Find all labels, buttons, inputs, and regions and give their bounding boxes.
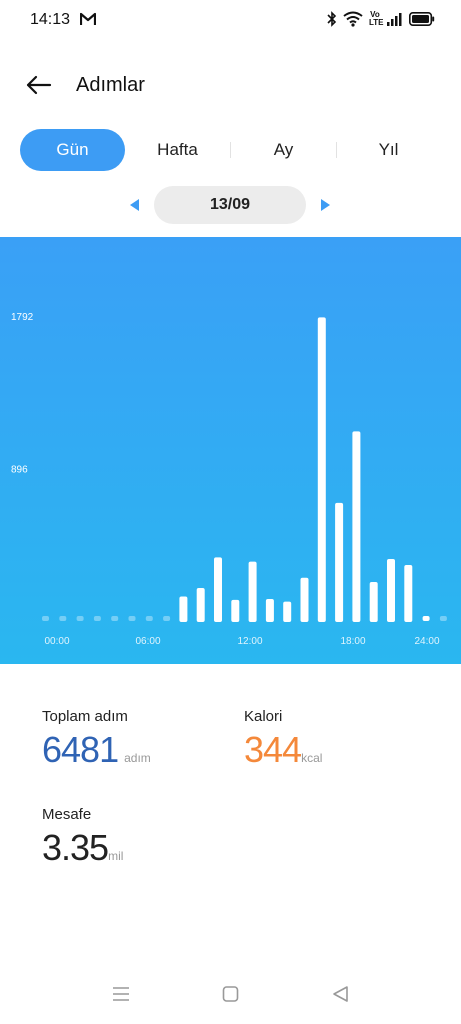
triangle-back-icon [333,986,348,1002]
nav-home-button[interactable] [221,984,241,1009]
chart-bar [300,577,309,622]
page-title: Adımlar [76,74,145,96]
chart-bar [352,431,361,622]
chart-bar [404,564,413,622]
chart-bar [196,587,205,622]
x-tick-label: 00:00 [44,636,69,647]
system-nav-bar [0,970,461,1024]
chart-bar-empty [93,616,101,621]
battery-icon [409,12,435,26]
tab-week[interactable]: Hafta [125,129,230,171]
next-date-button[interactable] [320,198,332,217]
total-steps-stat: Toplam adım 6481 adım [42,708,151,771]
tab-month[interactable]: Ay [231,129,336,171]
chart-bar-empty [59,616,67,621]
distance-label: Mesafe [42,806,92,823]
chart-bar-empty [163,616,171,621]
total-steps-label: Toplam adım [42,708,128,725]
chart-bar-empty [439,616,447,621]
bluetooth-icon [327,11,337,27]
chart-bar [283,601,292,622]
chart-bar-empty [42,616,49,621]
x-tick-label: 12:00 [237,636,262,647]
date-navigator: 13/09 [0,185,461,225]
calories-label: Kalori [244,708,283,725]
wifi-icon [343,11,363,27]
chart-bar [248,561,257,622]
triangle-left-icon [130,199,139,211]
x-tick-label: 06:00 [135,636,160,647]
total-steps-unit: adım [124,751,151,765]
chart-bar [335,502,344,622]
chart-bar-empty [422,616,430,621]
current-date[interactable]: 13/09 [154,186,306,224]
total-steps-value: 6481 [42,729,119,770]
distance-value: 3.35 [42,827,109,868]
chart-bar-empty [76,616,84,621]
signal-icon [387,13,402,26]
status-icons: Vo LTE [327,11,435,27]
arrow-left-icon [26,75,52,95]
distance-unit: mil [108,849,124,863]
chart-bar [369,582,378,622]
calories-unit: kcal [301,751,323,765]
back-button[interactable] [24,72,56,98]
header: Adımlar [0,60,461,110]
y-tick-label: 1792 [11,312,34,323]
gmail-icon [80,12,96,25]
chart-bar-empty [145,616,153,621]
tab-day[interactable]: Gün [20,129,125,171]
triangle-right-icon [321,199,330,211]
status-time: 14:13 [30,11,71,28]
chart-bar [387,559,395,622]
previous-date-button[interactable] [128,198,140,217]
y-tick-label: 896 [11,465,28,476]
tab-year[interactable]: Yıl [336,129,441,171]
period-tabs: Gün Hafta Ay Yıl [20,129,441,171]
menu-icon [113,987,129,1001]
nav-back-button[interactable] [331,984,351,1009]
volte-indicator: Vo LTE [369,10,384,27]
distance-stat: Mesafe 3.35mil [42,806,123,869]
x-tick-label: 24:00 [414,636,439,647]
chart-bar [317,317,326,622]
status-bar: 14:13 Vo LTE [0,0,461,40]
x-tick-label: 18:00 [340,636,365,647]
chart-bar [214,557,222,622]
calories-stat: Kalori 344kcal [244,708,322,771]
square-icon [222,986,239,1002]
nav-menu-button[interactable] [111,984,131,1009]
chart-bar [231,599,240,622]
steps-bar-chart: 1792 896 00:00 06:00 12:00 18:00 24:00 [11,312,447,647]
steps-chart: 1792 896 00:00 06:00 12:00 18:00 24:00 [0,237,461,664]
calories-value: 344 [244,729,302,770]
chart-bar-empty [128,616,136,621]
chart-bar [265,599,274,622]
chart-bar-empty [111,616,119,621]
chart-bar [179,596,188,622]
